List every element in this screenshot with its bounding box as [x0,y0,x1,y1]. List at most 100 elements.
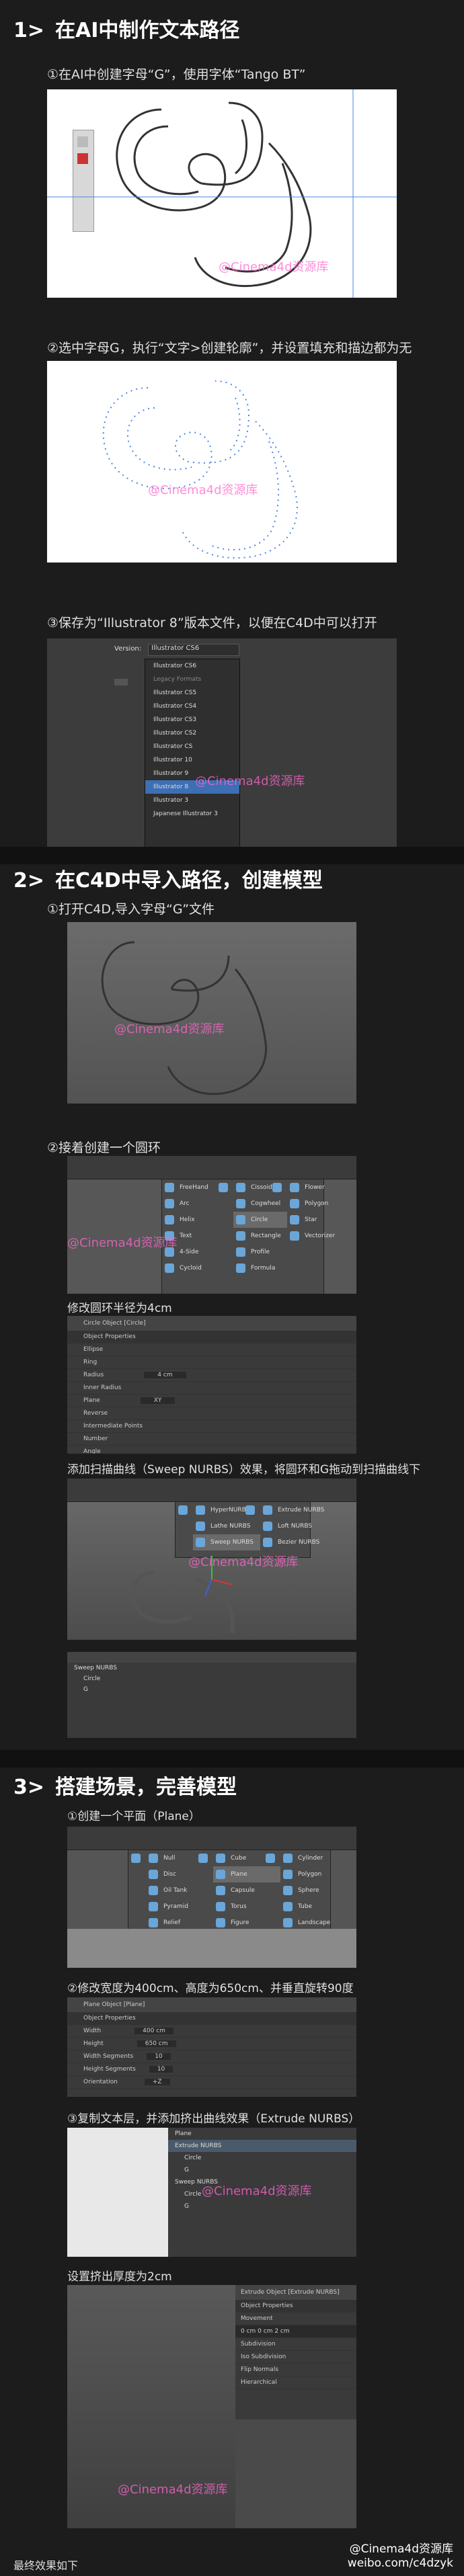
object-row[interactable]: Circle [168,2152,356,2164]
hseg-value[interactable]: 10 [149,2066,173,2073]
attr-row[interactable]: Flip Normals [235,2364,356,2376]
menu-item[interactable]: Vectorizer [287,1228,341,1244]
height-value[interactable]: 650 cm [137,2040,176,2047]
menu-item-plane[interactable]: Plane [213,1866,280,1882]
attr-row-orientation[interactable]: Orientation +Z [67,2076,356,2089]
orientation-value[interactable]: +Z [144,2079,170,2085]
c4d-toolbar [67,1827,356,1850]
attr-row[interactable]: Ring [67,1356,356,1369]
section-2-heading: 2> 在C4D中导入路径，创建模型 [13,864,323,893]
menu-item[interactable]: Star [287,1212,341,1228]
watermark: @Cinema4d资源库 [67,1236,178,1250]
menu-item[interactable]: Cylinder [280,1850,348,1866]
plane-value[interactable]: XY [140,1397,176,1404]
attr-row[interactable]: Angle [67,1446,356,1454]
version-option[interactable]: Illustrator 3 [145,794,239,807]
section-number: 1> [13,19,45,42]
step-3-3: ③复制文本层，并添加挤出曲线效果（Extrude NURBS） [67,2112,360,2126]
version-option[interactable]: Illustrator CS3 [145,713,239,726]
watermark: @Cinema4d资源库 [202,2184,312,2198]
menu-item[interactable]: Polygon [280,1866,348,1882]
menu-item[interactable]: Disc [146,1866,213,1882]
menu-item[interactable]: Arc [162,1196,216,1212]
attr-row-hseg[interactable]: Height Segments 10 [67,2063,356,2076]
movement-value[interactable]: 0 cm 0 cm 2 cm [235,2325,356,2338]
attr-row-radius[interactable]: Radius 4 cm [67,1369,356,1382]
ai-glyph-panel-1: @Cinema4d资源库 [47,89,397,298]
menu-item[interactable]: Polygon [287,1196,341,1212]
menu-item[interactable]: Oil Tank [146,1882,213,1899]
attr-row[interactable]: Reverse [67,1407,356,1420]
menu-item-circle[interactable]: Circle [233,1212,287,1228]
attr-row-width[interactable]: Width 400 cm [67,2025,356,2038]
width-value[interactable]: 400 cm [134,2028,173,2034]
version-dropdown[interactable]: Illustrator CS6 Legacy Formats Illustrat… [145,659,240,849]
section-title: 在C4D中导入路径，创建模型 [55,869,323,892]
watermark: @Cinema4d资源库 [195,774,305,788]
wseg-value[interactable]: 10 [147,2053,171,2060]
menu-item[interactable]: Torus [213,1899,280,1915]
step-2-1: ①打开C4D,导入字母“G”文件 [47,902,215,917]
object-row-extrude[interactable]: Extrude NURBS [168,2140,356,2152]
version-option[interactable]: Illustrator CS4 [145,700,239,713]
attr-row[interactable]: Hierarchical [235,2376,356,2389]
menu-item[interactable]: Pyramid [146,1899,213,1915]
version-option[interactable]: Japanese Illustrator 3 [145,807,239,821]
object-row[interactable]: G [168,2164,356,2176]
version-select[interactable]: Illustrator CS6 [148,644,239,656]
c4d-sweep-screenshot: HyperNURBS Lathe NURBS Sweep NURBS Extru… [67,1479,356,1640]
step-3-4: 设置挤出厚度为2cm [67,2270,172,2284]
plane-floor [67,1929,356,1968]
step-3-2: ②修改宽度为400cm、高度为650cm、并垂直旋转90度 [67,1982,354,1995]
menu-item[interactable]: Formula [233,1260,287,1276]
version-option[interactable]: Illustrator CS6 [145,659,239,673]
footer-url[interactable]: weibo.com/c4dzyk [348,2557,453,2570]
attr-row-movement[interactable]: Movement [235,2313,356,2325]
object-row[interactable]: G [168,2200,356,2212]
version-option[interactable]: Illustrator CS [145,740,239,753]
attr-row-plane[interactable]: Plane XY [67,1395,356,1407]
menu-item[interactable]: Sphere [280,1882,348,1899]
menu-item[interactable]: Capsule [213,1882,280,1899]
objects-manager: Sweep NURBS Circle G [67,1652,356,1738]
section-title: 在AI中制作文本路径 [55,19,240,42]
c4d-toolbar [67,1156,356,1179]
version-option[interactable]: Illustrator CS5 [145,686,239,700]
c4d-extrude-screenshot: Plane Extrude NURBS Circle G Sweep NURBS… [67,2128,356,2257]
attr-row[interactable]: Inner Radius [67,1382,356,1395]
menu-item[interactable]: Helix [162,1212,216,1228]
spline-menu[interactable]: FreeHand Arc Helix Text 4-Side Cycloid C… [161,1179,335,1294]
attr-row-wseg[interactable]: Width Segments 10 [67,2050,356,2063]
object-row[interactable]: Circle [67,1673,356,1684]
step-2-3: 修改圆环半径为4cm [67,1302,172,1315]
attr-row: Object Properties [235,2300,356,2313]
attr-row[interactable]: Intermediate Points [67,1420,356,1433]
object-row[interactable]: G [67,1684,356,1695]
extrude-attributes-panel: Extrude Object [Extrude NURBS] Object Pr… [235,2285,356,2419]
menu-item[interactable]: Cogwheel [233,1196,287,1212]
section-title: 搭建场景，完善模型 [55,1776,237,1799]
object-row[interactable]: Plane [168,2128,356,2140]
menu-item[interactable]: Profile [233,1244,287,1260]
attr-row[interactable]: Subdivision [235,2338,356,2351]
section-1-heading: 1> 在AI中制作文本路径 [13,13,239,43]
attr-row-height[interactable]: Height 650 cm [67,2038,356,2050]
section-number: 3> [13,1776,45,1799]
attr-row[interactable]: Ellipse [67,1343,356,1356]
attr-row[interactable]: Iso Subdivision [235,2351,356,2364]
radius-value[interactable]: 4 cm [144,1372,186,1378]
version-option[interactable]: Illustrator 10 [145,753,239,767]
menu-item[interactable]: Tube [280,1899,348,1915]
c4d-circle-menu-screenshot: FreeHand Arc Helix Text 4-Side Cycloid C… [67,1156,356,1294]
object-row[interactable]: Sweep NURBS [67,1663,356,1673]
menu-item[interactable]: Rectangle [233,1228,287,1244]
menu-item[interactable]: Flower [287,1179,341,1196]
menu-item[interactable]: FreeHand [162,1179,216,1196]
attr-row[interactable]: Number [67,1433,356,1446]
fonts-label [114,679,128,685]
glyph-g-outlined [102,380,298,559]
version-option[interactable]: Illustrator CS2 [145,726,239,740]
section-separator [0,1750,464,1768]
step-2-4: 添加扫描曲线（Sweep NURBS）效果，将圆环和G拖动到扫描曲线下 [67,1463,421,1477]
menu-item[interactable]: Cycloid [162,1260,216,1276]
